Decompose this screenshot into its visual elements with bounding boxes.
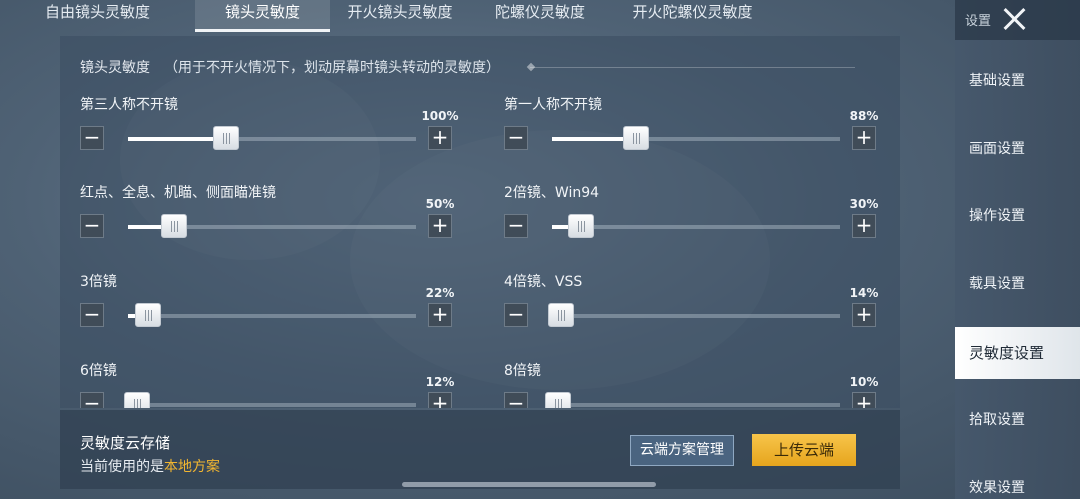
tab-gyroscope-sensitivity[interactable]: 陀螺仪灵敏度 — [470, 0, 610, 32]
slider-8x-scope: 8倍镜 10% − + — [504, 360, 884, 408]
sensitivity-panel[interactable]: 镜头灵敏度 （用于不开火情况下，划动屏幕时镜头转动的灵敏度） 第三人称不开镜 10… — [60, 36, 900, 408]
increase-button[interactable]: + — [852, 214, 876, 238]
section-divider — [530, 67, 855, 68]
sidebar-header: 设置 — [955, 0, 1080, 40]
slider-track[interactable] — [552, 214, 840, 238]
sidebar-item-effects-settings[interactable]: 效果设置 — [955, 462, 1080, 499]
slider-thumb[interactable] — [622, 126, 649, 150]
upload-cloud-button[interactable]: 上传云端 — [752, 434, 856, 466]
tab-free-camera-sensitivity[interactable]: 自由镜头灵敏度 — [0, 0, 195, 32]
section-title: 镜头灵敏度 — [80, 60, 150, 76]
cloud-storage-title: 灵敏度云存储 — [80, 434, 171, 452]
slider-label: 第一人称不开镜 — [504, 97, 602, 113]
slider-third-person-no-scope: 第三人称不开镜 100% − + — [80, 94, 460, 174]
decrease-button[interactable]: − — [80, 303, 104, 327]
slider-thumb[interactable] — [123, 392, 150, 408]
cloud-plan-manage-button[interactable]: 云端方案管理 — [630, 435, 734, 466]
slider-track[interactable] — [547, 303, 840, 327]
decrease-button[interactable]: − — [504, 392, 528, 408]
current-plan-prefix: 当前使用的是 — [80, 459, 164, 475]
slider-label: 3倍镜 — [80, 274, 117, 290]
slider-label: 红点、全息、机瞄、侧面瞄准镜 — [80, 185, 276, 201]
slider-value: 12% — [425, 375, 455, 389]
slider-label: 6倍镜 — [80, 363, 117, 379]
sidebar-item-controls-settings[interactable]: 操作设置 — [955, 190, 1080, 242]
sidebar-title: 设置 — [965, 14, 992, 29]
slider-fill — [128, 137, 226, 141]
slider-label: 8倍镜 — [504, 363, 541, 379]
slider-first-person-no-scope: 第一人称不开镜 88% − + — [504, 94, 884, 174]
sidebar-item-graphics-settings[interactable]: 画面设置 — [955, 123, 1080, 175]
decrease-button[interactable]: − — [504, 126, 528, 150]
tab-firing-gyroscope-sensitivity[interactable]: 开火陀螺仪灵敏度 — [610, 0, 775, 32]
increase-button[interactable]: + — [852, 303, 876, 327]
decrease-button[interactable]: − — [80, 214, 104, 238]
slider-track[interactable] — [544, 392, 840, 408]
sidebar-item-vehicle-settings[interactable]: 载具设置 — [955, 258, 1080, 310]
slider-track[interactable] — [128, 303, 416, 327]
slider-value: 88% — [849, 109, 879, 123]
slider-label: 2倍镜、Win94 — [504, 185, 600, 201]
section-header: 镜头灵敏度 （用于不开火情况下，划动屏幕时镜头转动的灵敏度） — [80, 57, 500, 77]
decrease-button[interactable]: − — [504, 214, 528, 238]
increase-button[interactable]: + — [428, 303, 452, 327]
slider-track[interactable] — [552, 126, 840, 150]
increase-button[interactable]: + — [852, 126, 876, 150]
section-note: （用于不开火情况下，划动屏幕时镜头转动的灵敏度） — [164, 60, 500, 76]
decrease-button[interactable]: − — [504, 303, 528, 327]
slider-6x-scope: 6倍镜 12% − + — [80, 360, 460, 408]
slider-thumb[interactable] — [135, 303, 162, 327]
tab-firing-camera-sensitivity[interactable]: 开火镜头灵敏度 — [330, 0, 470, 32]
slider-track[interactable] — [128, 214, 416, 238]
slider-2x-scope-win94: 2倍镜、Win94 30% − + — [504, 182, 884, 262]
sidebar-item-pickup-settings[interactable]: 拾取设置 — [955, 394, 1080, 446]
slider-label: 第三人称不开镜 — [80, 97, 178, 113]
slider-label: 4倍镜、VSS — [504, 274, 583, 290]
slider-value: 10% — [849, 375, 879, 389]
sidebar-item-sensitivity-settings[interactable]: 灵敏度设置 — [955, 327, 1080, 379]
slider-3x-scope: 3倍镜 22% − + — [80, 271, 460, 351]
increase-button[interactable]: + — [428, 214, 452, 238]
settings-sidebar: 设置 基础设置 画面设置 操作设置 载具设置 灵敏度设置 拾取设置 效果设置 — [955, 0, 1080, 499]
slider-thumb[interactable] — [567, 214, 594, 238]
slider-track[interactable] — [123, 392, 416, 408]
decrease-button[interactable]: − — [80, 126, 104, 150]
slider-value: 100% — [421, 109, 459, 123]
slider-value: 14% — [849, 286, 879, 300]
current-plan-name: 本地方案 — [164, 459, 220, 475]
slider-thumb[interactable] — [544, 392, 571, 408]
slider-value: 50% — [425, 197, 455, 211]
sensitivity-tab-bar: 自由镜头灵敏度 镜头灵敏度 开火镜头灵敏度 陀螺仪灵敏度 开火陀螺仪灵敏度 — [0, 0, 955, 32]
slider-value: 22% — [425, 286, 455, 300]
close-icon[interactable] — [1000, 4, 1030, 34]
slider-track[interactable] — [128, 126, 416, 150]
slider-4x-scope-vss: 4倍镜、VSS 14% − + — [504, 271, 884, 351]
increase-button[interactable]: + — [428, 392, 452, 408]
slider-thumb[interactable] — [547, 303, 574, 327]
tab-camera-sensitivity[interactable]: 镜头灵敏度 — [195, 0, 330, 32]
slider-thumb[interactable] — [161, 214, 188, 238]
slider-thumb[interactable] — [212, 126, 239, 150]
increase-button[interactable]: + — [428, 126, 452, 150]
sidebar-item-basic-settings[interactable]: 基础设置 — [955, 55, 1080, 107]
scroll-indicator[interactable] — [402, 482, 656, 487]
slider-value: 30% — [849, 197, 879, 211]
slider-red-dot-holo-iron-side-scope: 红点、全息、机瞄、侧面瞄准镜 50% − + — [80, 182, 460, 262]
decrease-button[interactable]: − — [80, 392, 104, 408]
current-plan-text: 当前使用的是本地方案 — [80, 456, 220, 476]
increase-button[interactable]: + — [852, 392, 876, 408]
cloud-storage-bar: 灵敏度云存储 当前使用的是本地方案 云端方案管理 上传云端 — [60, 410, 900, 489]
